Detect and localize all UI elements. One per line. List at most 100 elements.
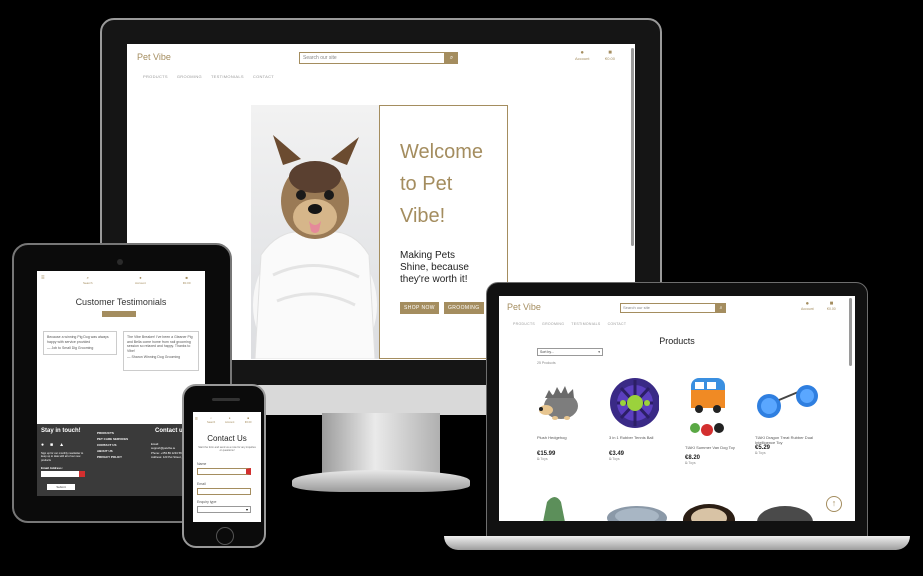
cart-amount: €0.00 [183,281,191,285]
product-name[interactable]: TIAKI Summer Van Dog Toy [685,445,755,450]
account-label: Account [225,421,235,424]
product-name[interactable]: 3 in 1 Rubber Tennis Ball [609,435,679,440]
product-tag-label: Toys [540,457,548,461]
dog-illustration [253,135,377,359]
facebook-icon[interactable]: ● [41,442,44,448]
main-nav: PRODUCTS GROOMING TESTIMONIALS CONTACT [143,74,274,79]
product-name[interactable]: Plush Hedgehog [537,435,607,440]
testimonial-card: The Vibe Breaker! I've been a Gleaner Pi… [123,331,199,371]
search-bar: Search our site ⌕ [620,303,726,313]
product-tag-label: Toys [688,461,696,465]
product-tag[interactable]: ⧉ Toys [755,451,825,455]
account-label: Account [135,281,146,285]
laptop-base [444,536,910,550]
cart-amount: €0.00 [827,307,836,311]
grooming-button[interactable]: GROOMING [444,302,484,314]
shop-now-button[interactable]: SHOP NOW [400,302,439,314]
account-link[interactable]: ● Account [575,50,589,61]
search-icon: ⌕ [210,416,212,420]
newsletter-email-input[interactable] [41,471,85,477]
tablet-camera [117,259,123,265]
name-input[interactable] [197,468,251,475]
phone-screen: ≡ ⌕ Search ● Account ■ €0.00 Contact Us Sta… [193,412,261,522]
page-scrollbar[interactable] [849,298,852,366]
product-tag-label: Toys [612,457,620,461]
search-input[interactable]: Search our site [620,303,716,313]
email-input[interactable] [197,488,251,495]
nav-testimonials[interactable]: TESTIMONIALS [211,74,244,79]
leave-review-button[interactable] [102,311,136,317]
hamburger-menu-icon[interactable]: ≡ [195,416,198,422]
product-card[interactable]: 3 in 1 Rubber Tennis Ball €3.49 ⧉ Toys [609,376,679,461]
testimonials-title: Customer Testimonials [75,297,167,307]
account-link[interactable]: ● Account [801,301,814,311]
phone-home-button [216,527,234,545]
laptop-screen: Pet Vibe Search our site ⌕ ● Account ■ €… [499,296,855,521]
nav-testimonials[interactable]: TESTIMONIALS [571,322,600,326]
product-card[interactable]: TIAKI Dragon Treat Rubber Dual Intellige… [755,376,825,455]
search-input[interactable]: Search our site [299,52,445,64]
email-label: Email [197,482,206,486]
search-link[interactable]: ⌕ Search [83,275,93,285]
cart-link[interactable]: ■ €0.00 [605,50,615,61]
products-title: Products [659,336,695,346]
tablet-screen: ≡ ⌕ Search ● Account ■ €0.00 Customer Testi… [37,271,205,496]
product-tag[interactable]: ⧉ Toys [609,457,679,461]
name-label: Name [197,462,207,466]
search-link[interactable]: ⌕ Search [207,415,215,424]
social-links: ● ■ ▲ [41,442,64,448]
page-scrollbar[interactable] [631,48,634,246]
site-footer: Stay in touch! ● ■ ▲ Sign up for our mon… [37,424,205,496]
search-bar: Search our site ⌕ [299,52,458,64]
hero-subtitle: Making Pets Shine, because they're worth… [400,250,469,285]
account-link[interactable]: ● Account [135,275,146,285]
nav-grooming[interactable]: GROOMING [542,322,564,326]
nav-grooming[interactable]: GROOMING [177,74,202,79]
footer-link-privacy[interactable]: PRIVACY POLICY [97,454,128,460]
product-card[interactable]: Plush Hedgehog €15.99 ⧉ Toys [537,376,607,461]
email-label: Email Address: [41,466,63,470]
product-tag[interactable]: ⧉ Toys [685,461,755,465]
monitor-stand [322,413,440,475]
phone-speaker [212,398,240,401]
newsletter-submit-button[interactable]: Submit [47,484,75,490]
enquiry-type-select[interactable]: ▾ [197,506,251,513]
brand-logo[interactable]: Pet Vibe [137,52,171,62]
testimonial-author: — Sharon Winning Dog Grooming [127,355,181,359]
product-image-hedgehog [539,386,578,420]
chevron-down-icon: ▾ [598,350,600,354]
cart-link[interactable]: ■ €0.00 [183,275,191,285]
account-label: Account [801,307,814,311]
cart-amount: €0.00 [605,56,616,61]
cart-link[interactable]: ■ €0.00 [827,301,836,311]
contact-title: Contact Us [207,434,247,443]
footer-stay-title: Stay in touch! [41,428,81,434]
product-name[interactable]: TIAKI Dragon Treat Rubber Dual Intellige… [755,435,825,445]
chevron-down-icon: ▾ [245,507,248,512]
nav-contact[interactable]: CONTACT [608,322,627,326]
search-icon: ⌕ [86,275,89,280]
account-link[interactable]: ● Account [225,415,234,424]
product-tag[interactable]: ⧉ Toys [537,457,607,461]
arrow-up-icon: ↑ [831,498,837,508]
back-to-top-button[interactable]: ↑ [826,496,842,512]
cart-link[interactable]: ■ €0.00 [245,415,252,424]
hamburger-menu-icon[interactable]: ≡ [41,275,45,281]
instagram-icon[interactable]: ■ [50,442,53,448]
account-label: Account [575,56,590,61]
product-row-2-images [543,497,813,521]
search-icon: ⌕ [719,305,723,311]
twitter-icon[interactable]: ▲ [59,442,64,448]
sort-select[interactable]: Sort by... ▾ [537,348,603,356]
monitor-stand-base [292,470,470,492]
contact-intro: Start the form and send us a note for an… [198,446,256,453]
nav-products[interactable]: PRODUCTS [513,322,535,326]
product-card[interactable]: TIAKI Summer Van Dog Toy €8.20 ⧉ Toys [685,376,755,465]
brand-logo[interactable]: Pet Vibe [507,302,541,312]
nav-products[interactable]: PRODUCTS [143,74,168,79]
search-button[interactable]: ⌕ [445,52,458,64]
nav-contact[interactable]: CONTACT [253,74,274,79]
search-button[interactable]: ⌕ [716,303,726,313]
product-count: 25 Products [537,361,556,365]
enquiry-type-label: Enquiry type [197,500,217,504]
